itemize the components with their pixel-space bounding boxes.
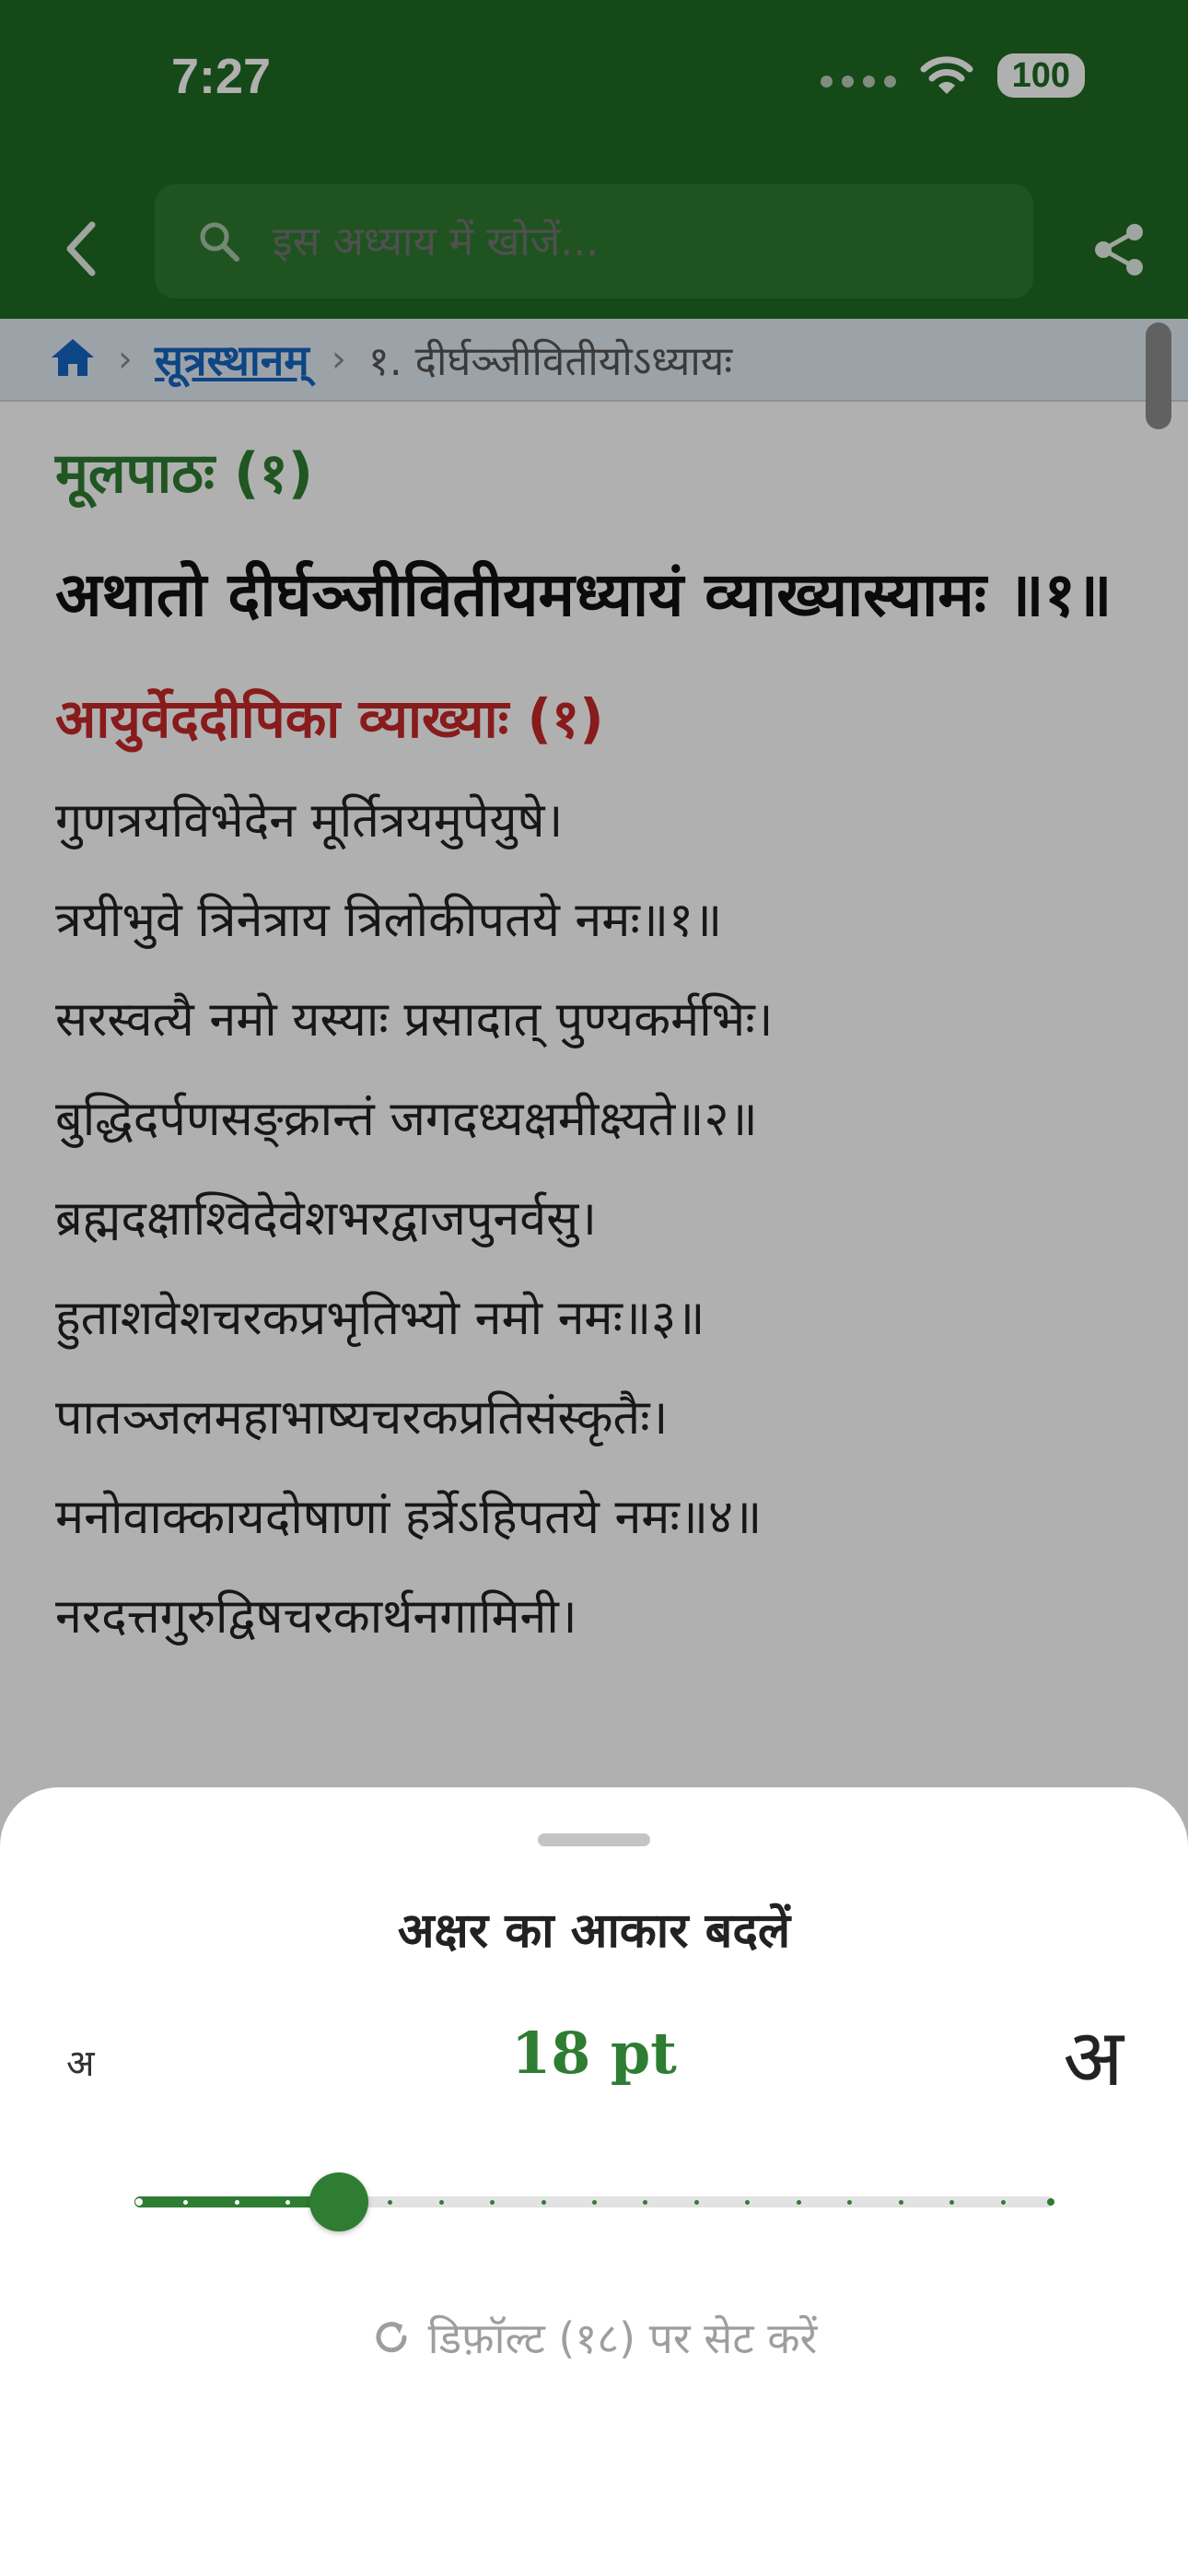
slider-tick — [388, 2200, 393, 2205]
slider-tick — [796, 2200, 801, 2205]
drag-handle[interactable] — [538, 1833, 650, 1846]
slider-tick — [898, 2200, 903, 2205]
font-size-sheet: अक्षर का आकार बदलें अ 18 pt अ डिफ़ॉल्ट (… — [0, 1787, 1188, 2576]
slider-tick — [643, 2200, 648, 2205]
reset-default-button[interactable]: डिफ़ॉल्ट (१८) पर सेट करें — [0, 2309, 1188, 2366]
slider-tick — [541, 2200, 546, 2205]
slider-tick — [1000, 2200, 1006, 2205]
slider-tick — [847, 2200, 853, 2205]
sheet-title: अक्षर का आकार बदलें — [397, 1903, 791, 1959]
large-font-label: अ — [1063, 2012, 1124, 2104]
slider-tick — [592, 2200, 597, 2205]
reset-label: डिफ़ॉल्ट (१८) पर सेट करें — [427, 2313, 818, 2363]
font-size-slider[interactable] — [134, 2172, 1054, 2231]
reset-icon — [371, 2317, 412, 2358]
slider-tick — [949, 2200, 955, 2205]
slider-tick — [438, 2200, 444, 2205]
slider-tick — [135, 2198, 143, 2206]
font-size-value: 18 pt — [511, 2020, 677, 2087]
slider-tick — [693, 2200, 699, 2205]
slider-tick — [490, 2200, 495, 2205]
slider-tick — [1047, 2198, 1054, 2206]
slider-tick — [234, 2200, 239, 2205]
slider-thumb[interactable] — [309, 2172, 368, 2231]
slider-tick — [745, 2200, 751, 2205]
